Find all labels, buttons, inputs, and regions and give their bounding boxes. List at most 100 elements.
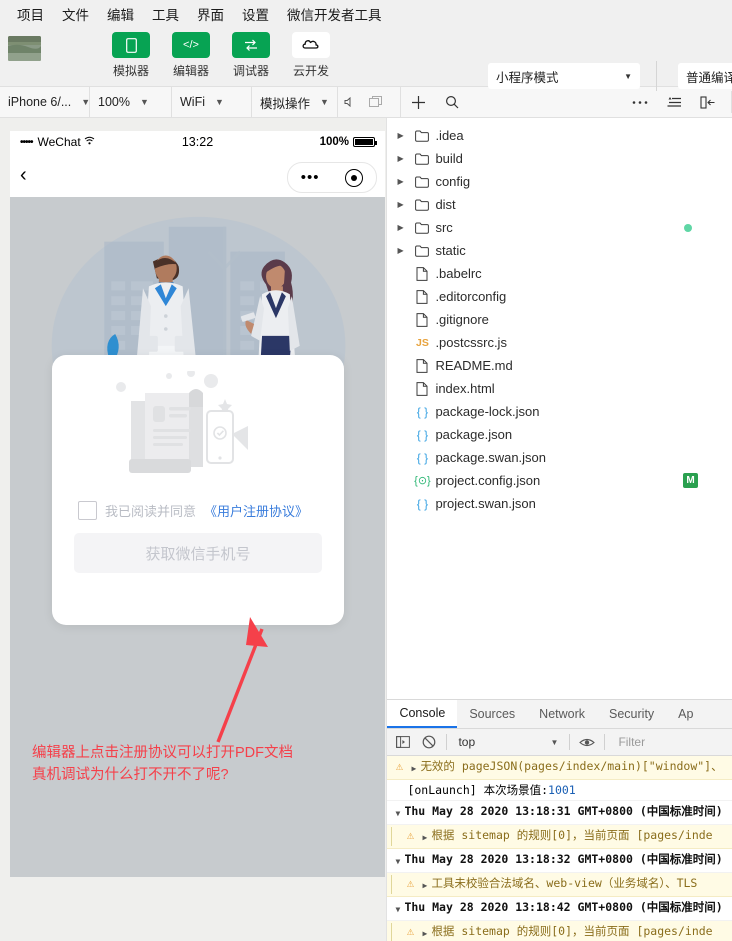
file-tree-row[interactable]: ▶{ }project.swan.json	[387, 492, 732, 515]
editor-button[interactable]: </> 编辑器	[172, 32, 210, 79]
collapse-icon[interactable]	[691, 87, 725, 117]
expand-right-icon[interactable]: ▶	[407, 758, 420, 777]
menu-item-interface[interactable]: 界面	[188, 1, 233, 27]
file-tree-row[interactable]: ▶README.md	[387, 354, 732, 377]
debugger-button[interactable]: 调试器	[232, 32, 270, 79]
file-icon	[411, 381, 433, 396]
main-body: ••••• WeChat 13:22 100% ‹ ••• 我已阅读并同意 《用…	[0, 118, 732, 941]
console-log-row[interactable]: ⚠ ▶ 无效的 pageJSON(pages/index/main)["window…	[387, 756, 732, 780]
console-log-row[interactable]: ⚠ ▶ 根据 sitemap 的规则[0]，当前页面 [pages/inde	[387, 825, 732, 849]
chevron-right-icon[interactable]: ▶	[397, 200, 411, 209]
menu-item-project[interactable]: 项目	[8, 1, 53, 27]
chevron-right-icon[interactable]: ▶	[397, 154, 411, 163]
chevron-right-icon[interactable]: ▶	[397, 131, 411, 140]
chevron-right-icon[interactable]: ▶	[397, 223, 411, 232]
file-tree-row[interactable]: ▶ build	[387, 147, 732, 170]
note-line-2: 真机调试为什么打不开不了呢?	[32, 767, 229, 783]
file-icon	[411, 266, 433, 281]
git-modified-badge: M	[683, 473, 698, 488]
console-log-row[interactable]: ⚠ ▶ 根据 sitemap 的规则[0]，当前页面 [pages/inde	[387, 921, 732, 941]
file-tree-row[interactable]: ▶ static	[387, 239, 732, 262]
tab-console[interactable]: Console	[387, 700, 458, 728]
console-log-row[interactable]: ▼ Thu May 28 2020 13:18:42 GMT+0800 (中国标准…	[387, 897, 732, 921]
sort-icon[interactable]	[657, 87, 691, 117]
clear-console-icon[interactable]	[417, 730, 441, 754]
file-tree-item-label: project.swan.json	[435, 496, 536, 511]
wechat-capsule: •••	[287, 162, 377, 193]
agreement-checkbox[interactable]	[78, 501, 97, 520]
chevron-right-icon[interactable]: ▶	[397, 246, 411, 255]
expand-right-icon[interactable]: ▶	[418, 875, 431, 894]
tab-ap[interactable]: Ap	[666, 700, 705, 728]
file-tree-row[interactable]: ▶.gitignore	[387, 308, 732, 331]
add-icon[interactable]	[401, 87, 435, 117]
console-log-row[interactable]: [onLaunch] 本次场景值: 1001	[387, 780, 732, 801]
file-tree-row[interactable]: ▶ .idea	[387, 124, 732, 147]
file-tree-item-label: .idea	[435, 128, 464, 143]
expand-right-icon[interactable]: ▶	[418, 923, 431, 941]
tab-network[interactable]: Network	[527, 700, 597, 728]
carrier-label: WeChat	[37, 135, 81, 149]
devtools-panel: Console Sources Network Security Ap top ▼	[387, 699, 732, 941]
console-log-text: Thu May 28 2020 13:18:31 GMT+0800 (中国标准时…	[404, 804, 723, 818]
file-tree-item-label: .editorconfig	[435, 289, 507, 304]
compile-mode-value: 普通编译	[686, 70, 732, 85]
file-tree-row[interactable]: ▶{ }package.json	[387, 423, 732, 446]
device-select[interactable]: iPhone 6/... ▼	[0, 87, 90, 117]
right-pane: ▶ .idea ▶build▶config▶dist▶src▶static▶.bab…	[386, 118, 732, 941]
file-tree-row[interactable]: ▶ dist	[387, 193, 732, 216]
file-tree-row[interactable]: ▶{⊙}project.config.jsonM	[387, 469, 732, 492]
project-thumbnail[interactable]	[8, 36, 41, 61]
simulate-action-select[interactable]: 模拟操作 ▼	[252, 87, 338, 117]
console-log-row[interactable]: ▼ Thu May 28 2020 13:18:32 GMT+0800 (中国标准…	[387, 849, 732, 873]
file-tree-row[interactable]: ▶.editorconfig	[387, 285, 732, 308]
status-left: ••••• WeChat	[20, 135, 95, 149]
show-console-drawer-icon[interactable]	[391, 730, 415, 754]
menu-item-devtools[interactable]: 微信开发者工具	[278, 1, 391, 27]
compile-mode-select[interactable]: 普通编译	[678, 63, 732, 89]
simulator-label: 模拟器	[112, 64, 149, 78]
back-icon[interactable]: ‹	[20, 164, 27, 187]
file-tree-row[interactable]: ▶{ }package-lock.json	[387, 400, 732, 423]
folder-icon	[411, 245, 433, 257]
console-output[interactable]: ⚠ ▶ 无效的 pageJSON(pages/index/main)["window…	[387, 756, 732, 941]
mode-select[interactable]: 小程序模式 ▼	[488, 63, 640, 89]
more-icon[interactable]	[623, 87, 657, 117]
file-tree-row[interactable]: ▶.babelrc	[387, 262, 732, 285]
simulator-button[interactable]: 模拟器	[112, 32, 150, 79]
tab-sources[interactable]: Sources	[457, 700, 527, 728]
menu-item-settings[interactable]: 设置	[233, 1, 278, 27]
window-icon[interactable]	[363, 87, 388, 117]
console-filter-input[interactable]: Filter	[610, 735, 645, 749]
file-tree-row[interactable]: ▶JS.postcssrc.js	[387, 331, 732, 354]
console-context-select[interactable]: top ▼	[452, 735, 564, 749]
target-icon[interactable]	[345, 168, 364, 187]
file-icon	[411, 312, 433, 327]
expand-down-icon[interactable]: ▼	[391, 851, 404, 870]
tab-security[interactable]: Security	[597, 700, 666, 728]
file-tree-row[interactable]: ▶ config	[387, 170, 732, 193]
console-log-row[interactable]: ⚠ ▶ 工具未校验合法域名、web-view（业务域名）、TLS	[387, 873, 732, 897]
network-select[interactable]: WiFi ▼	[172, 87, 252, 117]
expand-right-icon[interactable]: ▶	[418, 827, 431, 846]
user-agreement-link[interactable]: 《用户注册协议》	[204, 501, 308, 520]
get-phone-number-button[interactable]: 获取微信手机号	[74, 533, 322, 573]
file-tree-row[interactable]: ▶index.html	[387, 377, 732, 400]
file-tree-row[interactable]: ▶ src	[387, 216, 732, 239]
console-indent-guide	[391, 923, 398, 941]
eye-icon[interactable]	[575, 730, 599, 754]
chevron-right-icon[interactable]: ▶	[397, 177, 411, 186]
console-log-text: [onLaunch] 本次场景值:	[407, 783, 549, 797]
phone-icon	[112, 32, 150, 58]
zoom-select[interactable]: 100% ▼	[90, 87, 172, 117]
volume-icon[interactable]	[338, 87, 363, 117]
expand-down-icon[interactable]: ▼	[391, 899, 404, 918]
console-log-row[interactable]: ▼ Thu May 28 2020 13:18:31 GMT+0800 (中国标准…	[387, 801, 732, 825]
menu-item-tools[interactable]: 工具	[143, 1, 188, 27]
menu-item-edit[interactable]: 编辑	[98, 1, 143, 27]
expand-down-icon[interactable]: ▼	[391, 803, 404, 822]
search-icon[interactable]	[435, 87, 469, 117]
menu-item-file[interactable]: 文件	[53, 1, 98, 27]
file-tree-row[interactable]: ▶{ }package.swan.json	[387, 446, 732, 469]
cloud-dev-button[interactable]: 云开发	[292, 32, 330, 79]
